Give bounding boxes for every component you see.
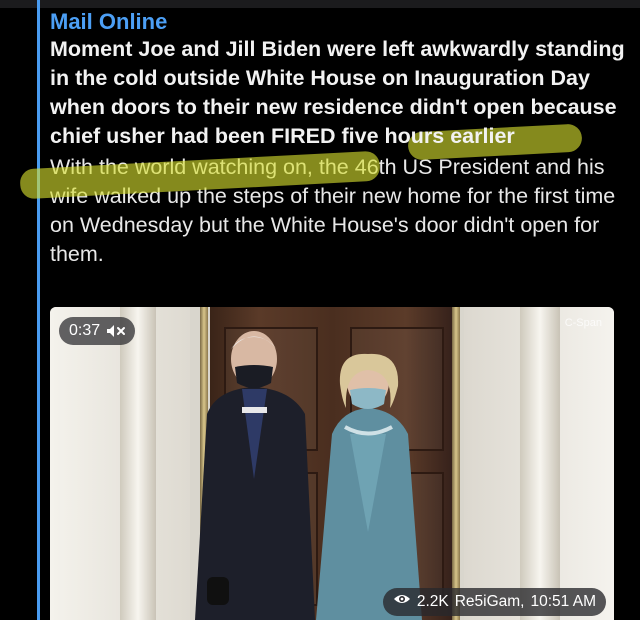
post-time: 10:51 AM xyxy=(530,593,597,610)
speaker-muted-icon[interactable] xyxy=(106,324,126,338)
eye-icon xyxy=(393,588,411,616)
video-preview[interactable]: 0:37 C-Span 2.2K Re5iGam, 10:51 AM xyxy=(50,307,614,620)
video-duration-badge[interactable]: 0:37 xyxy=(59,317,136,345)
view-count: 2.2K xyxy=(416,593,449,610)
article-headline: Moment Joe and Jill Biden were left awkw… xyxy=(50,37,625,148)
column-right xyxy=(520,307,560,620)
person-in-blue-coat xyxy=(316,353,422,620)
video-duration: 0:37 xyxy=(69,322,101,339)
broadcaster-watermark: C-Span xyxy=(564,317,602,329)
channel-message: Mail Online Moment Joe and Jill Biden we… xyxy=(50,8,635,269)
post-author: Re5iGam, xyxy=(454,593,525,610)
message-accent-bar xyxy=(37,0,40,620)
channel-name[interactable]: Mail Online xyxy=(50,8,635,35)
column-left xyxy=(120,307,156,620)
top-status-band xyxy=(0,0,640,8)
brass-trim xyxy=(452,307,460,620)
person-in-dark-coat xyxy=(195,331,315,620)
message-meta-badge: 2.2K Re5iGam, 10:51 AM xyxy=(382,588,606,616)
